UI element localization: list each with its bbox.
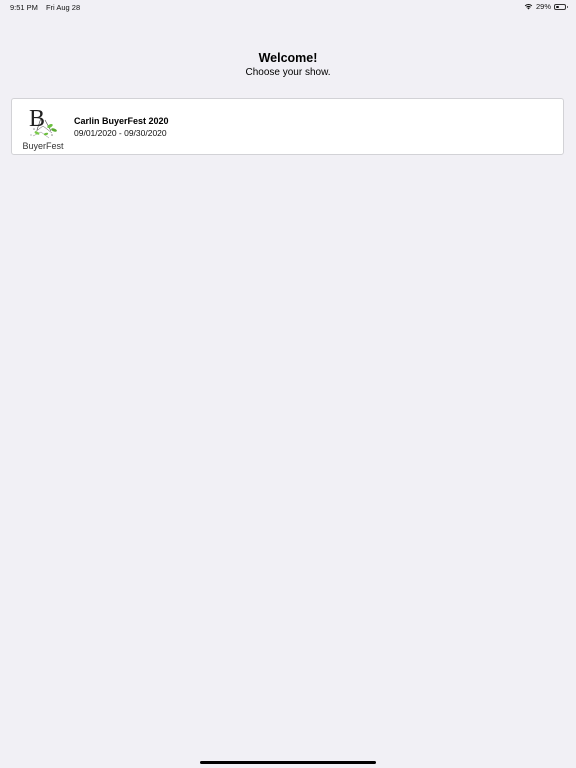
logo-wordmark: BuyerFest xyxy=(22,141,64,151)
status-date: Fri Aug 28 xyxy=(45,3,81,12)
battery-percent: 29% xyxy=(535,2,551,11)
status-time: 9:51 PM xyxy=(10,3,38,12)
battery-icon xyxy=(554,3,568,10)
status-bar: 9:51 PM Fri Aug 28 29% xyxy=(0,0,576,14)
welcome-title: Welcome! xyxy=(258,51,318,65)
buyerfest-logo-graphic: B BuyerFest xyxy=(22,106,64,151)
status-right: 29% xyxy=(524,2,568,11)
status-left: 9:51 PM Fri Aug 28 xyxy=(10,3,80,12)
show-name: Carlin BuyerFest 2020 xyxy=(74,115,169,126)
welcome-header: Welcome! Choose your show. xyxy=(0,50,576,80)
show-card-carlin-buyerfest-2020[interactable]: B BuyerFest Carlin BuyerFest 2020 09/01/… xyxy=(11,98,564,155)
battery-cap xyxy=(566,5,568,8)
logo-letter: B xyxy=(29,106,45,132)
battery-fill xyxy=(556,5,559,8)
welcome-subtitle: Choose your show. xyxy=(245,67,331,78)
show-dates: 09/01/2020 - 09/30/2020 xyxy=(74,127,167,138)
home-indicator[interactable] xyxy=(200,761,376,764)
buyerfest-logo: B BuyerFest xyxy=(21,102,65,152)
show-info: Carlin BuyerFest 2020 09/01/2020 - 09/30… xyxy=(74,115,169,139)
wifi-icon xyxy=(524,4,533,10)
